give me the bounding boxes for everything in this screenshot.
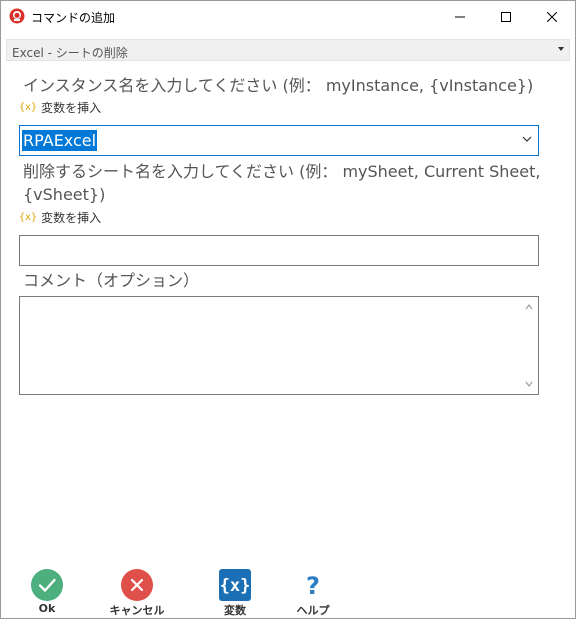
ok-button[interactable]: Ok — [12, 569, 82, 617]
cancel-x-icon — [121, 569, 153, 601]
comment-scrollbar[interactable] — [520, 298, 537, 393]
command-select-value: Excel - シートの削除 — [12, 46, 128, 60]
scroll-up-icon[interactable] — [525, 304, 533, 310]
sheet-name-input[interactable] — [19, 235, 539, 266]
cancel-button[interactable]: キャンセル — [102, 569, 172, 617]
sheet-insert-variable-link[interactable]: {x} 変数を挿入 — [19, 209, 101, 226]
svg-text:{x}: {x} — [220, 576, 251, 596]
variable-icon: {x} — [19, 102, 38, 113]
minimize-button[interactable] — [437, 1, 483, 32]
cancel-label: キャンセル — [109, 604, 165, 617]
instance-label: インスタンス名を入力してください (例： myInstance, {vInsta… — [23, 76, 534, 95]
instance-insert-variable-link[interactable]: {x} 変数を挿入 — [19, 99, 101, 116]
variables-label: 変数 — [224, 604, 246, 617]
checkmark-icon — [31, 569, 63, 601]
variables-button[interactable]: {x} 変数 — [200, 569, 270, 617]
add-command-window: コマンドの追加 Excel - シートの削除 インスタンス名を入力してください … — [0, 0, 576, 619]
help-label: ヘルプ — [296, 604, 330, 617]
app-logo-icon — [9, 8, 25, 24]
instance-combobox[interactable]: RPAExcel — [19, 125, 539, 156]
close-button[interactable] — [529, 1, 575, 32]
ok-label: Ok — [38, 602, 56, 615]
minimize-icon — [455, 16, 465, 17]
insert-variable-label: 変数を挿入 — [41, 211, 102, 225]
help-icon: ? — [297, 569, 329, 601]
sheet-label-line2: {vSheet}) — [23, 185, 106, 204]
title-bar: コマンドの追加 — [1, 1, 575, 32]
sheet-label-line1: 削除するシート名を入力してください (例： mySheet, Current S… — [23, 162, 541, 181]
svg-text:?: ? — [306, 572, 320, 600]
chevron-down-icon[interactable] — [522, 134, 532, 144]
dropdown-arrow-icon — [558, 47, 564, 51]
command-select[interactable]: Excel - シートの削除 — [6, 39, 570, 61]
window-title: コマンドの追加 — [31, 11, 116, 25]
comment-textarea[interactable] — [19, 296, 539, 395]
instance-value: RPAExcel — [22, 130, 98, 151]
help-button[interactable]: ? ヘルプ — [278, 569, 348, 617]
maximize-button[interactable] — [483, 1, 529, 32]
scroll-down-icon[interactable] — [525, 381, 533, 387]
comment-label: コメント（オプション） — [23, 271, 200, 290]
close-icon — [547, 11, 557, 22]
insert-variable-label: 変数を挿入 — [41, 101, 102, 115]
variables-icon: {x} — [219, 569, 251, 601]
maximize-icon — [501, 11, 511, 22]
variable-icon: {x} — [19, 212, 38, 223]
